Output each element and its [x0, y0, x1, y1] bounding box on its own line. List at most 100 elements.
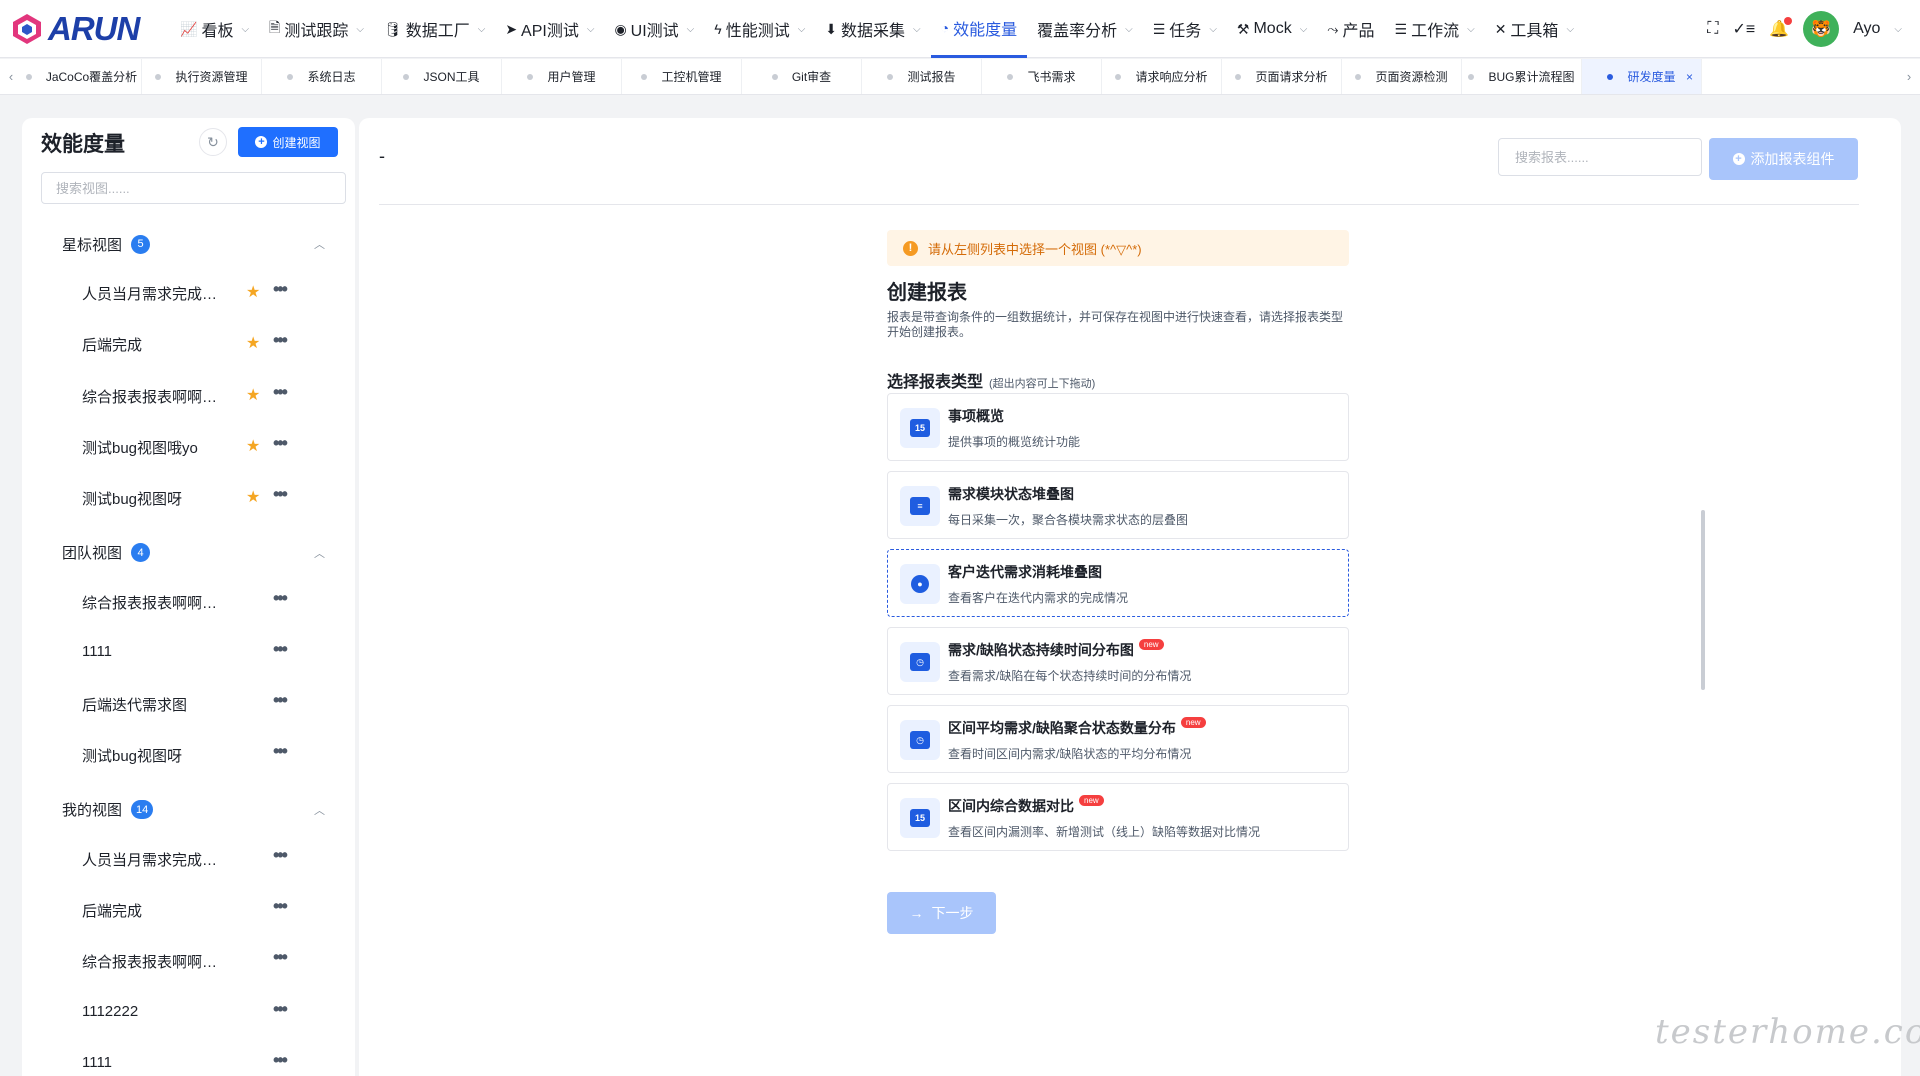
view-search-input[interactable]	[41, 172, 346, 204]
refresh-icon[interactable]: ↻	[199, 128, 227, 156]
group-label: 我的视图	[62, 802, 123, 820]
chevron-up-icon[interactable]: ︿	[314, 545, 325, 561]
more-icon[interactable]: •••	[273, 433, 288, 454]
nav-item-5[interactable]: ϟ 性能测试 ⌵	[704, 0, 815, 58]
more-icon[interactable]: •••	[273, 741, 288, 762]
view-list-item[interactable]: 1111 •••	[22, 1043, 355, 1076]
next-step-button[interactable]: → 下一步	[887, 892, 996, 934]
create-view-button[interactable]: + 创建视图	[238, 127, 338, 157]
check-list-icon[interactable]: ✓≡	[1732, 19, 1755, 39]
more-icon[interactable]: •••	[273, 845, 288, 866]
tab-0[interactable]: JaCoCo覆盖分析	[22, 59, 142, 94]
nav-item-4[interactable]: ◉ UI测试 ⌵	[604, 0, 704, 58]
tab-4[interactable]: 用户管理	[502, 59, 622, 94]
view-list-item[interactable]: 人员当月需求完成情况 •••	[22, 838, 355, 878]
star-icon[interactable]: ★	[246, 436, 260, 456]
more-icon[interactable]: •••	[273, 484, 288, 505]
nav-item-11[interactable]: ⤳ 产品	[1317, 0, 1384, 58]
tabs-scroll-left-icon[interactable]: ‹	[0, 59, 22, 94]
view-group-header[interactable]: 团队视图 4 ︿	[22, 535, 355, 571]
tab-9[interactable]: 请求响应分析	[1102, 59, 1222, 94]
nav-item-2[interactable]: 🛢 数据工厂 ⌵	[374, 0, 495, 58]
nav-item-1[interactable]: 🗎 测试跟踪 ⌵	[259, 0, 374, 58]
more-icon[interactable]: •••	[273, 330, 288, 351]
tab-7[interactable]: 测试报告	[862, 59, 982, 94]
view-list-item[interactable]: 测试bug视图哦yo ★ •••	[22, 426, 355, 466]
nav-item-10[interactable]: ⚒ Mock ⌵	[1227, 0, 1317, 58]
chevron-up-icon[interactable]: ︿	[314, 802, 325, 818]
view-list-item[interactable]: 测试bug视图呀 ★ •••	[22, 477, 355, 517]
more-icon[interactable]: •••	[273, 279, 288, 300]
nav-item-12[interactable]: ☰ 工作流 ⌵	[1385, 0, 1485, 58]
user-name[interactable]: Ayo	[1853, 20, 1880, 38]
nav-label: UI测试	[630, 23, 679, 40]
nav-item-3[interactable]: ➤ API测试 ⌵	[495, 0, 604, 58]
tab-10[interactable]: 页面请求分析	[1222, 59, 1342, 94]
chevron-down-icon: ⌵	[686, 23, 695, 35]
view-list-item[interactable]: 综合报表报表啊啊啊啊 •••	[22, 940, 355, 980]
tabs-scroll-right-icon[interactable]: ›	[1898, 59, 1920, 94]
view-list-item[interactable]: 测试bug视图呀 •••	[22, 734, 355, 774]
report-type-name: 事项概览	[948, 408, 1004, 424]
view-list-item[interactable]: 后端迭代需求图 •••	[22, 683, 355, 723]
report-type-icon: ◷	[900, 642, 940, 682]
chevron-down-icon: ⌵	[797, 23, 806, 35]
tab-dot	[1007, 73, 1014, 80]
report-type-card[interactable]: ◷ 区间平均需求/缺陷聚合状态数量分布 new 查看时间区间内需求/缺陷状态的平均分布…	[887, 705, 1349, 773]
nav-item-7[interactable]: ◔ 效能度量	[930, 0, 1028, 58]
tab-12[interactable]: BUG累计流程图	[1462, 59, 1582, 94]
user-avatar[interactable]: 🐯	[1803, 11, 1840, 47]
app-logo[interactable]: ARUN	[10, 10, 140, 48]
tab-8[interactable]: 飞书需求	[982, 59, 1102, 94]
create-report-description: 报表是带查询条件的一组数据统计，并可保存在视图中进行快速查看，请选择报表类型开始…	[887, 310, 1344, 339]
star-icon[interactable]: ★	[246, 385, 260, 405]
tab-5[interactable]: 工控机管理	[622, 59, 742, 94]
user-menu-chevron-icon[interactable]: ⌵	[1894, 24, 1902, 35]
tab-1[interactable]: 执行资源管理	[142, 59, 262, 94]
star-icon[interactable]: ★	[246, 487, 260, 507]
view-list-item[interactable]: 人员当月需求完成情况 ★ •••	[22, 272, 355, 312]
more-icon[interactable]: •••	[273, 588, 288, 609]
report-type-card[interactable]: ≡ 需求模块状态堆叠图 每日采集一次，聚合各模块需求状态的层叠图	[887, 471, 1349, 539]
report-type-list[interactable]: 15 事项概览 提供事项的概览统计功能 ≡ 需求模块状态堆叠图 每日采集一次，聚合各模块需…	[887, 393, 1357, 869]
report-type-card[interactable]: ● 客户迭代需求消耗堆叠图 查看客户在迭代内需求的完成情况	[887, 549, 1349, 617]
nav-icon: ⚒	[1236, 20, 1250, 37]
nav-item-13[interactable]: ✕ 工具箱 ⌵	[1485, 0, 1584, 58]
nav-item-9[interactable]: ☰ 任务 ⌵	[1143, 0, 1227, 58]
nav-item-8[interactable]: 覆盖率分析 ⌵	[1027, 0, 1143, 58]
view-list-item[interactable]: 综合报表报表啊啊啊啊 ★ •••	[22, 375, 355, 415]
view-list-item[interactable]: 1111 •••	[22, 632, 355, 672]
more-icon[interactable]: •••	[273, 690, 288, 711]
report-type-card[interactable]: 15 区间内综合数据对比 new 查看区间内漏测率、新增测试（线上）缺陷等数据对比情况	[887, 783, 1349, 851]
more-icon[interactable]: •••	[273, 382, 288, 403]
more-icon[interactable]: •••	[273, 947, 288, 968]
more-icon[interactable]: •••	[273, 639, 288, 660]
tab-11[interactable]: 页面资源检测	[1342, 59, 1462, 94]
star-icon[interactable]: ★	[246, 282, 260, 302]
add-report-widget-button[interactable]: + 添加报表组件	[1709, 138, 1858, 180]
view-list-item[interactable]: 后端完成 ★ •••	[22, 323, 355, 363]
tab-13[interactable]: 研发度量 ×	[1582, 59, 1702, 94]
fullscreen-icon[interactable]: ⛶	[1707, 20, 1718, 38]
view-list-item[interactable]: 后端完成 •••	[22, 889, 355, 929]
report-search-input[interactable]	[1498, 138, 1702, 176]
tab-2[interactable]: 系统日志	[262, 59, 382, 94]
view-list-item[interactable]: 综合报表报表啊啊啊啊 •••	[22, 581, 355, 621]
nav-item-0[interactable]: 📈 看板 ⌵	[170, 0, 259, 58]
tab-3[interactable]: JSON工具	[382, 59, 502, 94]
notification-bell-icon[interactable]: 🔔	[1769, 17, 1793, 39]
close-icon[interactable]: ×	[1686, 70, 1693, 84]
view-list-item[interactable]: 1112222 •••	[22, 992, 355, 1032]
more-icon[interactable]: •••	[273, 1050, 288, 1071]
view-group-header[interactable]: 星标视图 5 ︿	[22, 226, 355, 262]
nav-item-6[interactable]: ⬇ 数据采集 ⌵	[815, 0, 930, 58]
report-type-card[interactable]: ◷ 需求/缺陷状态持续时间分布图 new 查看需求/缺陷在每个状态持续时间的分布情况	[887, 627, 1349, 695]
chevron-up-icon[interactable]: ︿	[314, 236, 325, 252]
tab-6[interactable]: Git审查	[742, 59, 862, 94]
more-icon[interactable]: •••	[273, 999, 288, 1020]
star-icon[interactable]: ★	[246, 333, 260, 353]
report-list-scrollbar[interactable]	[1701, 510, 1705, 690]
view-group-header[interactable]: 我的视图 14 ︿	[22, 792, 355, 828]
report-type-card[interactable]: 15 事项概览 提供事项的概览统计功能	[887, 393, 1349, 461]
more-icon[interactable]: •••	[273, 896, 288, 917]
